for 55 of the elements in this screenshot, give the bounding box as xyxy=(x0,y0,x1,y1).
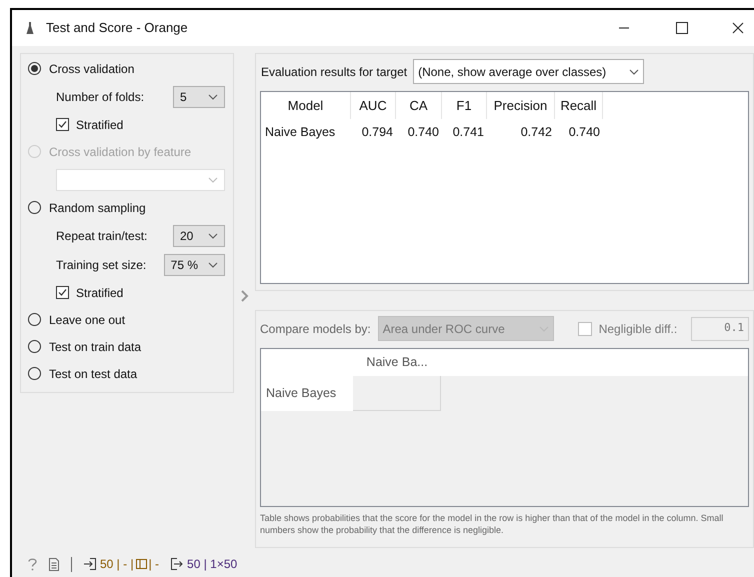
comparison-note: Table shows probabilities that the score for the model in the row is higher than that of the model in the column. Small numbers show the probability that the difference is negligible. xyxy=(260,512,724,536)
checkbox-label[interactable]: Stratified xyxy=(76,284,124,302)
column-header[interactable]: Recall xyxy=(555,92,603,119)
column-header[interactable]: Model xyxy=(261,92,351,119)
column-header[interactable]: AUC xyxy=(351,92,396,119)
chevron-down-icon xyxy=(208,176,218,182)
radio-label[interactable]: Test on train data xyxy=(49,338,142,356)
dropdown[interactable]: 5 xyxy=(173,86,225,108)
chevron-down-icon xyxy=(629,68,640,74)
chevron-down-icon xyxy=(208,232,218,238)
column-header: Naive Ba... xyxy=(365,354,429,372)
chevron-down-icon xyxy=(208,94,218,100)
radio-label[interactable]: Random sampling xyxy=(49,198,146,216)
maximize-icon[interactable] xyxy=(676,22,688,34)
field-label: Repeat train/test: xyxy=(56,228,148,244)
column-header[interactable]: F1 xyxy=(442,92,487,119)
radio-button[interactable] xyxy=(28,367,41,380)
close-icon[interactable] xyxy=(732,22,744,34)
table-cell-text: Naive Bayes xyxy=(264,124,336,142)
dropdown[interactable]: 75 % xyxy=(164,254,225,276)
radio-label[interactable]: Test on test data xyxy=(49,364,138,382)
field-label: Training set size: xyxy=(56,256,146,274)
radio-button[interactable] xyxy=(28,340,41,353)
checkbox[interactable] xyxy=(56,118,69,131)
radio-button[interactable] xyxy=(28,201,41,214)
table-cell-text: 0.742 xyxy=(520,124,553,142)
table-cell-text: 0.740 xyxy=(568,124,601,142)
input-meta: | - xyxy=(148,556,160,573)
dropdown[interactable]: 20 xyxy=(173,224,225,246)
window-title: Test and Score - Orange xyxy=(46,19,188,38)
target-label: Evaluation results for target xyxy=(261,64,408,80)
output-icon xyxy=(171,558,184,570)
input-icon xyxy=(84,558,96,570)
flask-icon xyxy=(26,21,34,35)
column-header[interactable]: CA xyxy=(396,92,442,119)
target-dropdown[interactable]: (None, show average over classes) xyxy=(413,59,644,84)
table-icon xyxy=(136,559,147,569)
document-icon[interactable] xyxy=(49,558,59,570)
input-count: 50 | - | xyxy=(100,556,134,573)
checkbox-label[interactable]: Stratified xyxy=(76,116,124,134)
compare-label: Compare models by: xyxy=(260,320,371,338)
field-label: Number of folds: xyxy=(56,88,144,106)
radio-button[interactable] xyxy=(28,62,41,75)
output-count: 50 | 1×50 xyxy=(187,556,238,573)
table-cell-text: 0.740 xyxy=(406,124,440,142)
radio-button[interactable] xyxy=(28,313,41,326)
row-header: Naive Bayes xyxy=(261,376,353,411)
chevron-down-icon xyxy=(208,262,218,268)
radio-label[interactable]: Leave one out xyxy=(49,310,126,328)
table-cell-text: 0.794 xyxy=(360,124,394,142)
checkbox[interactable] xyxy=(56,286,69,299)
table-cell-text: 0.741 xyxy=(452,124,485,142)
help-icon[interactable] xyxy=(28,558,37,570)
radio-label[interactable]: Cross validation xyxy=(49,60,134,78)
column-header[interactable]: Precision xyxy=(487,92,555,119)
